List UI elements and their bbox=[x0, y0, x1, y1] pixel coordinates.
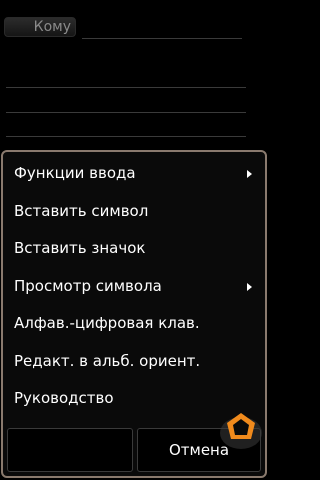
watermark-logo-icon bbox=[220, 413, 262, 449]
menu-item-label: Алфав.-цифровая клав. bbox=[14, 314, 200, 332]
menu-item-insert-symbol[interactable]: Вставить символ bbox=[3, 193, 265, 231]
menu-item-label: Редакт. в альб. ориент. bbox=[14, 351, 201, 370]
menu-item-label: Вставить символ bbox=[14, 201, 149, 220]
left-softkey[interactable] bbox=[7, 428, 133, 472]
message-compose-area: Кому bbox=[0, 0, 270, 150]
body-line-1[interactable] bbox=[6, 87, 246, 88]
submenu-arrow-icon bbox=[247, 282, 252, 291]
menu-list: Функции ввода Вставить символ Вставить з… bbox=[3, 155, 265, 418]
menu-item-view-symbol[interactable]: Просмотр символа bbox=[3, 268, 265, 306]
to-button[interactable]: Кому bbox=[4, 17, 76, 37]
menu-item-label: Просмотр символа bbox=[14, 276, 162, 295]
recipient-input[interactable] bbox=[82, 38, 242, 39]
menu-item-label: Вставить значок bbox=[14, 239, 146, 257]
menu-item-insert-smiley[interactable]: Вставить значок bbox=[3, 230, 265, 268]
body-line-2[interactable] bbox=[6, 112, 246, 113]
menu-item-alphanumeric-keypad[interactable]: Алфав.-цифровая клав. bbox=[3, 305, 265, 343]
menu-item-landscape-edit[interactable]: Редакт. в альб. ориент. bbox=[3, 343, 265, 381]
body-line-3[interactable] bbox=[6, 136, 246, 137]
menu-item-label: Руководство bbox=[14, 389, 114, 407]
menu-item-input-functions[interactable]: Функции ввода bbox=[3, 155, 265, 193]
menu-item-label: Функции ввода bbox=[14, 164, 136, 182]
recipient-row: Кому bbox=[4, 14, 244, 40]
submenu-arrow-icon bbox=[247, 170, 252, 178]
